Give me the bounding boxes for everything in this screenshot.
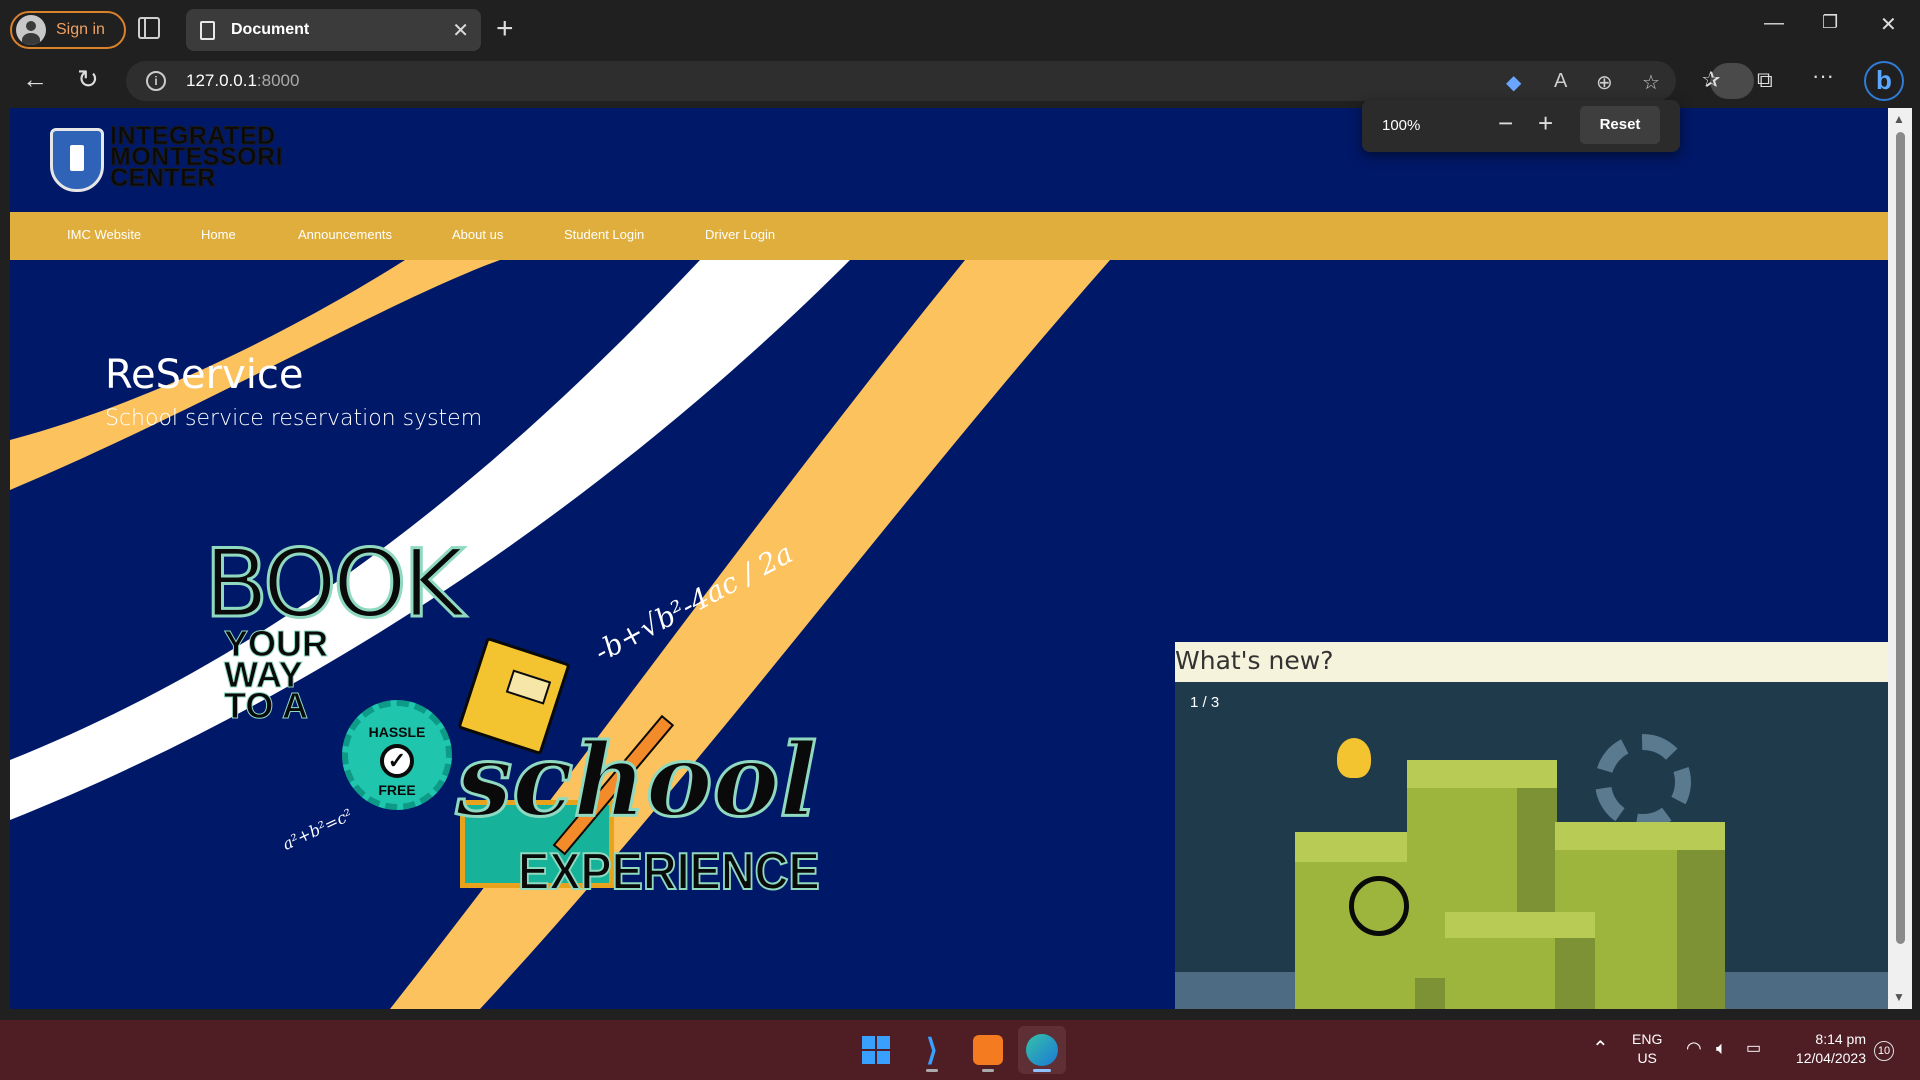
school-logo-text[interactable]: INTEGRATED MONTESSORI CENTER: [109, 123, 283, 191]
language-indicator[interactable]: ENG US: [1632, 1030, 1662, 1068]
banner-your-way-text: YOUR WAY TO A: [223, 623, 329, 726]
zoom-out-icon[interactable]: −: [1498, 108, 1513, 139]
web-page: INTEGRATED MONTESSORI CENTER IMC Website…: [10, 108, 1888, 1009]
restore-icon[interactable]: ❐: [1822, 12, 1838, 33]
new-tab-icon[interactable]: +: [496, 12, 514, 46]
favorites-icon[interactable]: ✰: [1702, 67, 1720, 93]
url-field[interactable]: i 127.0.0.1:8000 ◆ A ⊕ ☆: [126, 61, 1754, 101]
banner-experience-text: EXPERIENCE: [517, 842, 820, 902]
whats-new-title: What's new?: [1175, 646, 1334, 675]
back-icon[interactable]: ←: [22, 64, 48, 95]
block-top: [1555, 822, 1725, 850]
block-side: [1677, 850, 1725, 1009]
block-top: [1407, 760, 1557, 788]
url-text: 127.0.0.1:8000: [186, 71, 300, 90]
refresh-icon[interactable]: ↻: [77, 64, 99, 95]
slide-counter: 1 / 3: [1190, 694, 1220, 711]
clock[interactable]: 8:14 pm 12/04/2023: [1786, 1030, 1866, 1068]
hero-title: ReService: [105, 352, 304, 398]
nav-driver-login[interactable]: Driver Login: [705, 227, 775, 242]
banner-school-text: school: [454, 721, 818, 839]
zoom-reset-button[interactable]: Reset: [1580, 106, 1660, 144]
nav-home[interactable]: Home: [201, 227, 236, 242]
wifi-icon[interactable]: ◠: [1686, 1038, 1702, 1059]
battery-icon[interactable]: ▭: [1746, 1038, 1761, 1058]
minimize-icon[interactable]: —: [1764, 12, 1784, 35]
checkmark-icon: ✓: [380, 744, 414, 778]
zoom-popup: 100% − + Reset: [1362, 100, 1680, 152]
tab-bar: Sign in Document ✕ + — ❐ ✕: [0, 0, 1920, 58]
windows-taskbar: ⟩ ⌃ ENG US ◠ 🔈︎ ▭ 8:14 pm 12/04/2023 10: [0, 1020, 1920, 1080]
nav-student-login[interactable]: Student Login: [564, 227, 644, 242]
coupon-tag-icon[interactable]: ◆: [1506, 70, 1521, 95]
zoom-icon[interactable]: ⊕: [1596, 70, 1613, 95]
lightbulb-icon: [1337, 738, 1371, 778]
vscode-icon[interactable]: ⟩: [908, 1026, 956, 1074]
nav-imc-website[interactable]: IMC Website: [67, 227, 141, 242]
tab-title: Document: [231, 21, 310, 38]
notification-badge[interactable]: 10: [1874, 1041, 1894, 1061]
banner-book-text: BOOK: [202, 530, 465, 639]
collections-icon[interactable]: ⧉: [1757, 67, 1773, 93]
block: [1445, 938, 1555, 1009]
document-icon: [200, 20, 215, 40]
volume-icon[interactable]: 🔈︎: [1716, 1038, 1727, 1059]
block-top: [1445, 912, 1595, 938]
sign-in-label: Sign in: [56, 21, 105, 38]
gear-icon: [1595, 734, 1691, 830]
zoom-in-icon[interactable]: +: [1538, 108, 1553, 139]
hassle-free-badge: HASSLE ✓ FREE: [342, 700, 452, 810]
hero-section: ReService School service reservation sys…: [10, 260, 1888, 1009]
sign-in-button[interactable]: Sign in: [10, 11, 126, 49]
block-side: [1555, 938, 1595, 1009]
hero-subtitle: School service reservation system: [105, 406, 483, 431]
nav-about-us[interactable]: About us: [452, 227, 503, 242]
nav-announcements[interactable]: Announcements: [298, 227, 392, 242]
copilot-icon[interactable]: b: [1864, 61, 1904, 101]
read-aloud-icon[interactable]: A: [1554, 70, 1567, 93]
scroll-up-icon[interactable]: ▲: [1893, 112, 1905, 126]
carousel-slide[interactable]: 1 / 3: [1175, 682, 1888, 1009]
more-options-icon[interactable]: ···: [1812, 63, 1834, 89]
scroll-thumb[interactable]: [1896, 132, 1905, 944]
add-favorite-icon[interactable]: ☆: [1642, 70, 1660, 95]
whats-new-panel: What's new? 1 / 3: [1175, 642, 1888, 1009]
zoom-level: 100%: [1382, 117, 1421, 134]
profile-icon: [16, 15, 46, 45]
show-hidden-icons[interactable]: ⌃: [1592, 1036, 1609, 1061]
main-nav: IMC Website Home Announcements About us …: [10, 212, 1888, 260]
scroll-down-icon[interactable]: ▼: [1893, 990, 1905, 1004]
page-scrollbar[interactable]: ▲ ▼: [1888, 108, 1912, 1009]
tab-actions-icon[interactable]: [138, 17, 160, 39]
edge-icon[interactable]: [1018, 1026, 1066, 1074]
school-crest-logo[interactable]: [50, 128, 104, 192]
close-window-icon[interactable]: ✕: [1880, 12, 1897, 37]
magnifying-glass-icon: [1349, 876, 1409, 936]
close-tab-icon[interactable]: ✕: [452, 18, 469, 43]
browser-tab[interactable]: Document ✕: [186, 9, 481, 51]
site-info-icon[interactable]: i: [146, 71, 166, 91]
xampp-icon[interactable]: [964, 1026, 1012, 1074]
windows-start-icon[interactable]: [852, 1026, 900, 1074]
